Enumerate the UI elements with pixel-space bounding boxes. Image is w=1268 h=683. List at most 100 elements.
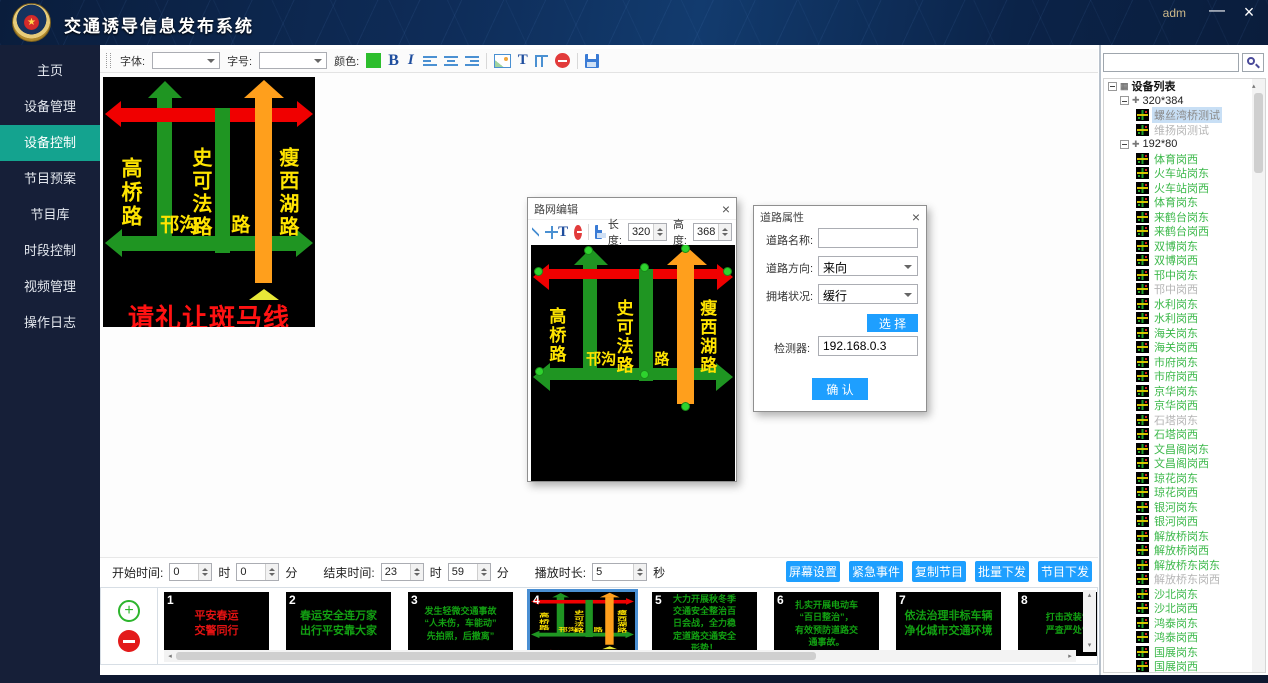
sidebar-item-6[interactable]: 时段控制	[0, 233, 100, 269]
add-program-button[interactable]: +	[118, 600, 140, 622]
action-button-2[interactable]: 紧急事件	[849, 561, 903, 582]
tree-scrollbar[interactable]: ▴	[1252, 79, 1265, 672]
control-point[interactable]	[640, 370, 649, 379]
move-tool-icon[interactable]	[545, 226, 552, 239]
program-thumbnail-5[interactable]: 5大力开展秋冬季交通安全整治百日会战，全力稳定道路交通安全形势！	[652, 592, 757, 656]
road-properties-titlebar[interactable]: 道路属性 ×	[754, 206, 926, 227]
device-item[interactable]: 银河岗西	[1104, 514, 1265, 529]
device-search-button[interactable]	[1242, 53, 1264, 72]
line-tool-icon[interactable]	[532, 225, 539, 239]
end-minute-spinner[interactable]: 59	[448, 563, 491, 581]
device-item[interactable]: 海关岗东	[1104, 326, 1265, 341]
scroll-left-arrow[interactable]: ◂	[164, 652, 176, 660]
device-item[interactable]: 石塔岗东	[1104, 413, 1265, 428]
align-center-icon[interactable]	[444, 55, 458, 67]
color-swatch[interactable]	[366, 53, 381, 68]
collapse-icon[interactable]	[1120, 96, 1129, 105]
road-direction-select[interactable]: 来向	[818, 256, 918, 276]
collapse-icon[interactable]	[1120, 140, 1129, 149]
save-icon[interactable]	[585, 54, 599, 68]
scroll-up-arrow[interactable]: ▴	[1252, 83, 1256, 90]
road-network-dialog-close[interactable]: ×	[722, 202, 730, 216]
device-item[interactable]: 海关岗西	[1104, 340, 1265, 355]
text-tool-button[interactable]: T	[558, 224, 568, 241]
device-item[interactable]: 国展岗东	[1104, 645, 1265, 660]
delete-icon[interactable]	[555, 53, 570, 68]
delete-icon[interactable]	[574, 225, 582, 240]
tree-root[interactable]: ▦设备列表	[1104, 79, 1265, 94]
device-item[interactable]: 解放桥东岗东	[1104, 558, 1265, 573]
program-thumbnail-1[interactable]: 1平安春运交警同行	[164, 592, 269, 656]
device-item[interactable]: 琼花岗东	[1104, 471, 1265, 486]
control-point[interactable]	[535, 367, 544, 376]
device-item[interactable]: 火车站岗东	[1104, 166, 1265, 181]
end-minute-arrows[interactable]	[477, 564, 490, 580]
sidebar-item-3[interactable]: 设备控制	[0, 125, 100, 161]
device-item[interactable]: 市府岗西	[1104, 369, 1265, 384]
road-properties-close[interactable]: ×	[912, 210, 920, 224]
congestion-select[interactable]: 缓行	[818, 284, 918, 304]
start-hour-arrows[interactable]	[198, 564, 211, 580]
scroll-right-arrow[interactable]: ▸	[1064, 652, 1076, 660]
device-item[interactable]: 鸿泰岗西	[1104, 630, 1265, 645]
sidebar-item-5[interactable]: 节目库	[0, 197, 100, 233]
sidebar-item-7[interactable]: 视频管理	[0, 269, 100, 305]
control-point[interactable]	[584, 246, 593, 255]
device-item[interactable]: 鸿泰岗东	[1104, 616, 1265, 631]
device-item[interactable]: 沙北岗东	[1104, 587, 1265, 602]
action-button-5[interactable]: 节目下发	[1038, 561, 1092, 582]
scrollbar-thumb[interactable]	[1254, 93, 1263, 173]
minimize-button[interactable]: —	[1206, 2, 1228, 20]
program-thumbnail-4[interactable]: 4 高桥路 史可法路 瘦西湖路 邗沟 路 请礼让斑马线	[530, 592, 635, 656]
device-item[interactable]: 双博岗东	[1104, 239, 1265, 254]
height-spinner-arrows[interactable]	[718, 224, 731, 240]
sidebar-item-1[interactable]: 主页	[0, 53, 100, 89]
device-item[interactable]: 邗中岗东	[1104, 268, 1265, 283]
confirm-button[interactable]: 确 认	[812, 378, 868, 400]
remove-program-button[interactable]	[118, 630, 140, 652]
road-name-input[interactable]	[818, 228, 918, 248]
device-item[interactable]: 琼花岗西	[1104, 485, 1265, 500]
start-minute-spinner[interactable]: 0	[236, 563, 279, 581]
device-item[interactable]: 石塔岗西	[1104, 427, 1265, 442]
device-item[interactable]: 解放桥岗东	[1104, 529, 1265, 544]
save-icon[interactable]	[595, 225, 602, 239]
tree-group-192*80[interactable]: ✚192*80	[1104, 137, 1265, 152]
select-detector-button[interactable]: 选 择	[867, 314, 918, 332]
sign-preview[interactable]: 高桥路 史可法路 瘦西湖路 邗沟 路 请礼让斑马线	[530, 592, 635, 656]
device-item[interactable]: 来鹤台岗东	[1104, 210, 1265, 225]
length-spinner-arrows[interactable]	[653, 224, 666, 240]
device-item[interactable]: 来鹤台岗西	[1104, 224, 1265, 239]
duration-spinner[interactable]: 5	[592, 563, 647, 581]
align-right-icon[interactable]	[465, 55, 479, 67]
road-network-canvas[interactable]: 高桥路 史可法路 瘦西湖路 邗沟 路	[531, 245, 735, 481]
bold-button[interactable]: B	[388, 52, 399, 70]
device-item[interactable]: 双博岗西	[1104, 253, 1265, 268]
device-item[interactable]: 体育岗东	[1104, 195, 1265, 210]
device-search-input[interactable]	[1103, 53, 1239, 72]
toolbar-grip-handle[interactable]	[106, 53, 111, 68]
device-item[interactable]: 解放桥岗西	[1104, 543, 1265, 558]
sign-preview[interactable]: 高桥路 史可法路 瘦西湖路 邗沟 路 请礼让斑马线	[103, 77, 315, 327]
device-item[interactable]: 市府岗东	[1104, 355, 1265, 370]
device-item[interactable]: 解放桥东岗西	[1104, 572, 1265, 587]
insert-image-icon[interactable]	[494, 54, 511, 68]
road-network-dialog-titlebar[interactable]: 路网编辑 ×	[528, 198, 736, 219]
align-left-icon[interactable]	[423, 55, 437, 67]
device-item[interactable]: 京华岗西	[1104, 398, 1265, 413]
close-button[interactable]: ×	[1238, 2, 1260, 23]
action-button-4[interactable]: 批量下发	[975, 561, 1029, 582]
tree-group-320*384[interactable]: ✚320*384	[1104, 94, 1265, 109]
device-item[interactable]: 水利岗西	[1104, 311, 1265, 326]
device-item[interactable]: 体育岗西	[1104, 152, 1265, 167]
start-minute-arrows[interactable]	[265, 564, 278, 580]
end-hour-arrows[interactable]	[410, 564, 423, 580]
scroll-up-arrow[interactable]: ▴	[1083, 590, 1096, 602]
scrollbar-thumb[interactable]	[176, 652, 816, 660]
program-thumbnail-6[interactable]: 6扎实开展电动车“百日整治”，有效预防道路交通事故。	[774, 592, 879, 656]
height-spinner[interactable]: 368	[693, 223, 732, 241]
device-item[interactable]: 沙北岗西	[1104, 601, 1265, 616]
device-item[interactable]: 水利岗东	[1104, 297, 1265, 312]
length-spinner[interactable]: 320	[628, 223, 667, 241]
control-point[interactable]	[723, 267, 732, 276]
